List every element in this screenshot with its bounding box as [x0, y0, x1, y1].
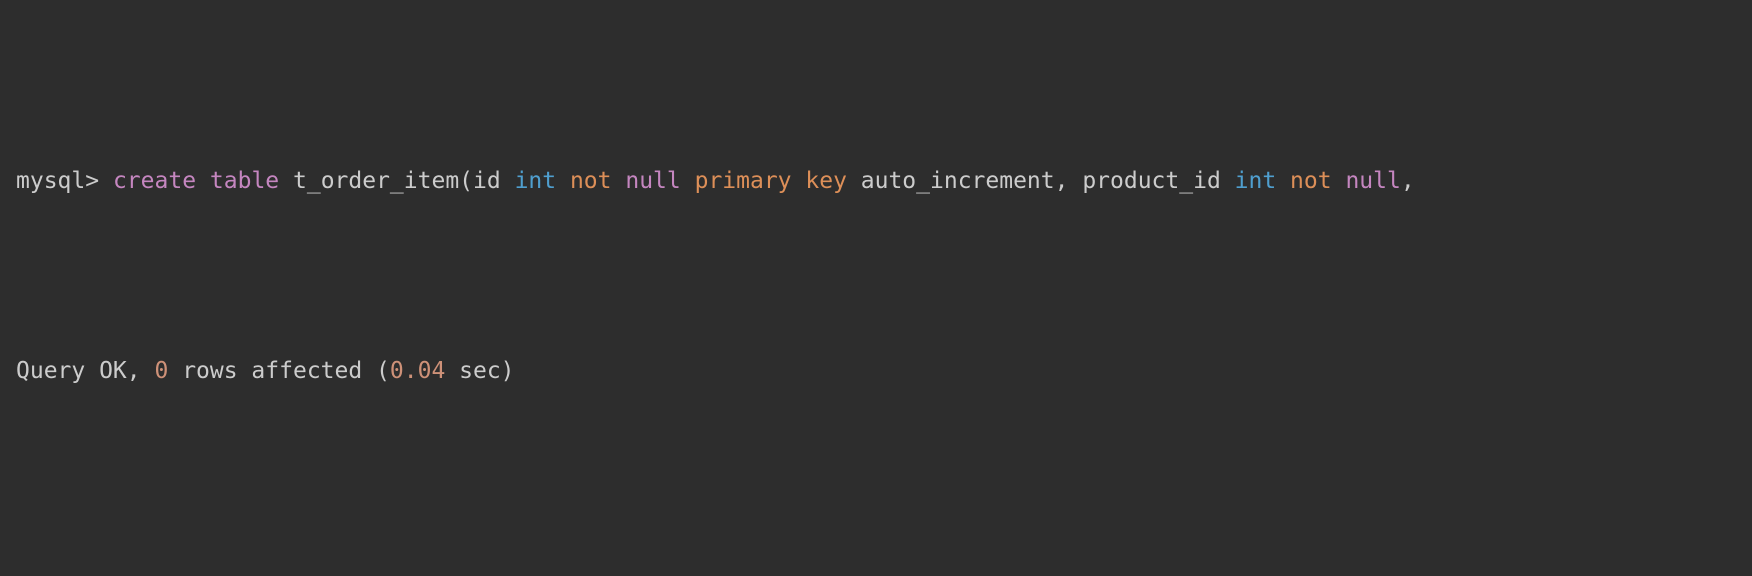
datatype-int: int	[1235, 168, 1277, 194]
prompt: mysql>	[16, 168, 99, 194]
keyword-key: key	[805, 168, 847, 194]
blank-line	[16, 504, 1736, 542]
keyword-table: table	[210, 168, 279, 194]
sql-line: mysql> create table t_order_item(id int …	[16, 162, 1736, 200]
datatype-int: int	[515, 168, 557, 194]
keyword-create: create	[113, 168, 196, 194]
terminal-output: mysql> create table t_order_item(id int …	[0, 0, 1752, 576]
result-line: Query OK, 0 rows affected (0.04 sec)	[16, 352, 1736, 390]
keyword-null: null	[625, 168, 680, 194]
keyword-null: null	[1345, 168, 1400, 194]
